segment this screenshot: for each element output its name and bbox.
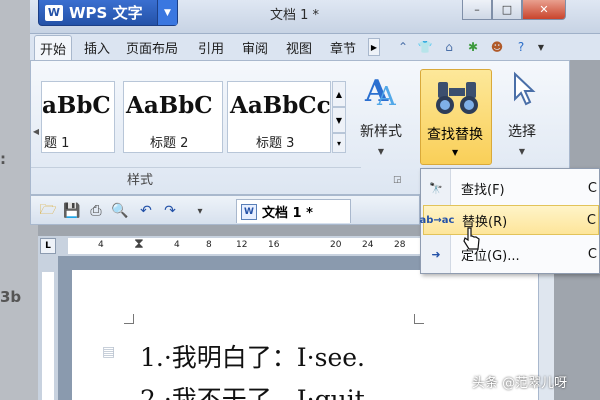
gallery-up-icon[interactable]: ▲ bbox=[332, 81, 346, 107]
ruler-number: 28 bbox=[394, 240, 406, 250]
minimize-button[interactable]: – bbox=[462, 0, 492, 20]
document-tab-label: 文档 1 * bbox=[262, 206, 313, 221]
menu-item-goto[interactable]: ➜ 定位(G)... C bbox=[423, 239, 599, 269]
binoculars-icon bbox=[436, 82, 478, 114]
document-line: 2.·我不干了。I·quit. bbox=[140, 385, 373, 400]
app-menu-button[interactable]: W WPS 文字 ▼ bbox=[38, 0, 178, 26]
chevron-down-icon: ▼ bbox=[518, 147, 526, 156]
print-preview-icon[interactable]: 🔍 bbox=[111, 202, 129, 220]
shirt-skin-icon[interactable]: 👕 bbox=[416, 39, 434, 55]
vertical-ruler[interactable] bbox=[38, 256, 58, 400]
document-line: 1.·我明白了：I·see. bbox=[140, 343, 365, 372]
new-style-icon: A A bbox=[364, 74, 397, 112]
document-icon: W bbox=[241, 203, 257, 220]
pointer-icon bbox=[514, 71, 536, 106]
new-style-label: 新样式 bbox=[360, 124, 402, 140]
tab-review[interactable]: 审阅 bbox=[242, 38, 268, 57]
select-label: 选择 bbox=[508, 124, 536, 140]
save-icon[interactable]: 💾 bbox=[63, 202, 81, 220]
ruler-number: 4 bbox=[98, 240, 104, 250]
chevron-down-icon: ▼ bbox=[377, 147, 385, 156]
title-bar: W WPS 文字 ▼ 文档 1 * – □ ✕ bbox=[30, 0, 600, 34]
ribbon-tabs: 开始 插入 页面布局 引用 审阅 视图 章节 ▶ ⌃ 👕 ⌂ ✱ ☻ ? ▼ bbox=[30, 34, 600, 61]
window-controls: – □ ✕ bbox=[462, 0, 566, 20]
watermark-text: 头条 @范翠儿呀 bbox=[472, 376, 568, 391]
dialog-launcher-icon[interactable]: ◲ bbox=[393, 175, 402, 185]
find-replace-label: 查找替换 bbox=[427, 127, 483, 143]
replace-icon: ab→ac bbox=[419, 214, 455, 226]
app-name: WPS 文字 bbox=[69, 4, 143, 22]
svg-text:A: A bbox=[376, 82, 397, 109]
chevron-down-icon: ▼ bbox=[452, 148, 459, 157]
gallery-down-icon[interactable]: ▼ bbox=[332, 107, 346, 133]
maximize-button[interactable]: □ bbox=[492, 0, 522, 20]
ruler-number: 12 bbox=[236, 240, 248, 250]
ruler-number: 4 bbox=[174, 240, 180, 250]
menu-item-shortcut: C bbox=[586, 212, 596, 228]
tab-insert[interactable]: 插入 bbox=[84, 38, 110, 57]
wps-logo-icon: W bbox=[45, 4, 63, 21]
hand-cursor-icon bbox=[463, 227, 480, 250]
tab-section[interactable]: 章节 bbox=[330, 38, 356, 57]
undo-icon[interactable]: ↶ bbox=[137, 202, 155, 220]
goto-arrow-icon: ➜ bbox=[431, 247, 441, 261]
style-heading-3[interactable]: AaBbCc 标题 3 bbox=[227, 81, 331, 153]
window-title: 文档 1 * bbox=[270, 8, 320, 23]
find-replace-button[interactable]: 查找替换 ▼ bbox=[420, 69, 492, 165]
indent-marker-icon[interactable]: ⧗ bbox=[134, 236, 144, 252]
styles-group-label: 样式 bbox=[127, 173, 154, 188]
quick-access-toolbar: 🗁 💾 ⎙ 🔍 ↶ ↷ ▾ W 文档 1 * bbox=[30, 195, 420, 225]
user-icon[interactable]: ☻ bbox=[488, 39, 506, 55]
style-label: 标题 2 bbox=[150, 136, 189, 151]
collapse-ribbon-icon[interactable]: ⌃ bbox=[394, 39, 412, 55]
style-heading-1[interactable]: aBbC 题 1 bbox=[41, 81, 115, 153]
chevron-down-icon[interactable]: ▼ bbox=[157, 0, 177, 25]
style-heading-2[interactable]: AaBbC 标题 2 bbox=[123, 81, 223, 153]
menu-item-replace[interactable]: ab→ac 替换(R) C bbox=[419, 205, 599, 235]
gallery-more-icon[interactable]: ▾ bbox=[332, 133, 346, 153]
tab-scroll-right-icon[interactable]: ▶ bbox=[368, 38, 380, 56]
chevron-down-icon[interactable]: ▼ bbox=[532, 39, 550, 55]
crop-mark bbox=[414, 314, 424, 324]
style-preview: aBbC bbox=[42, 92, 111, 119]
style-label: 标题 3 bbox=[256, 136, 295, 151]
help-icon[interactable]: ? bbox=[512, 39, 530, 55]
leaf-icon[interactable]: ✱ bbox=[464, 39, 482, 55]
ruler-number: 24 bbox=[362, 240, 374, 250]
paragraph-icon: ▤ bbox=[102, 344, 116, 360]
find-replace-menu: 🔭 查找(F) C ab→ac 替换(R) C ➜ 定位(G)... C bbox=[420, 168, 600, 274]
ruler-number: 16 bbox=[268, 240, 280, 250]
menu-item-label: 查找(F) bbox=[461, 182, 505, 198]
print-icon[interactable]: ⎙ bbox=[87, 202, 105, 220]
style-preview: AaBbCc bbox=[230, 92, 331, 119]
find-binoculars-icon: 🔭 bbox=[429, 181, 443, 195]
chevron-left-icon[interactable]: ◀ bbox=[31, 101, 41, 161]
style-label: 题 1 bbox=[44, 136, 70, 151]
tab-stop-selector[interactable]: L bbox=[40, 238, 56, 254]
home-icon[interactable]: ⌂ bbox=[440, 39, 458, 55]
tab-view[interactable]: 视图 bbox=[286, 38, 312, 57]
new-style-button[interactable]: A A 新样式 ▼ bbox=[353, 71, 409, 161]
document-tab[interactable]: W 文档 1 * bbox=[236, 199, 351, 223]
menu-item-shortcut: C bbox=[587, 180, 597, 196]
tab-start[interactable]: 开始 bbox=[34, 35, 73, 61]
tab-references[interactable]: 引用 bbox=[198, 38, 224, 57]
redo-icon[interactable]: ↷ bbox=[161, 202, 179, 220]
select-button[interactable]: 选择 ▼ bbox=[499, 71, 545, 161]
ruler-number: 8 bbox=[206, 240, 212, 250]
menu-item-shortcut: C bbox=[587, 246, 597, 262]
menu-item-find[interactable]: 🔭 查找(F) C bbox=[423, 173, 599, 203]
tab-page-layout[interactable]: 页面布局 bbox=[126, 38, 178, 57]
customize-toolbar-icon[interactable]: ▾ bbox=[191, 202, 209, 220]
style-preview: AaBbC bbox=[126, 92, 213, 119]
open-folder-icon[interactable]: 🗁 bbox=[39, 202, 57, 220]
crop-mark bbox=[124, 314, 134, 324]
close-button[interactable]: ✕ bbox=[522, 0, 566, 20]
ruler-number: 20 bbox=[330, 240, 342, 250]
